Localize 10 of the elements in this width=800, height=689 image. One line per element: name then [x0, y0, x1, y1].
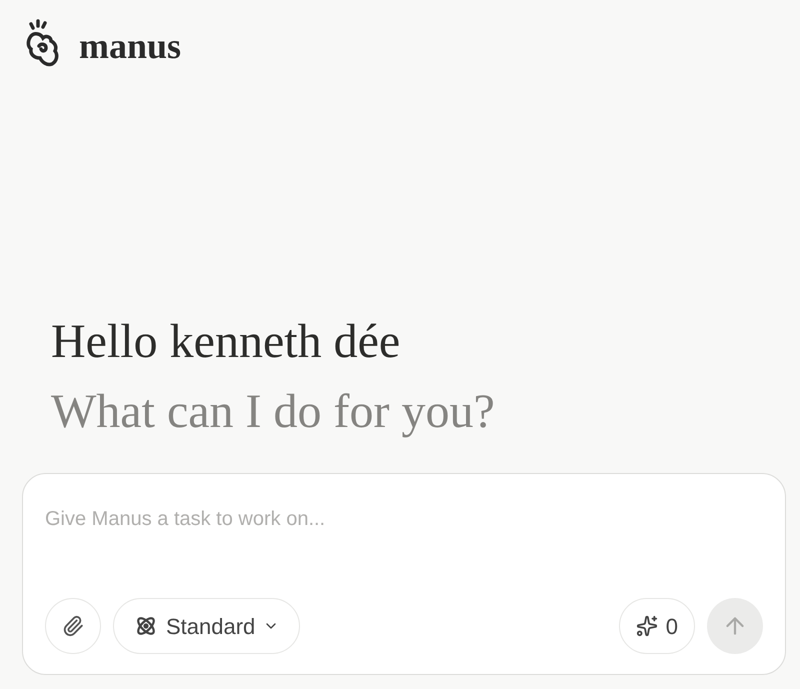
logo-text: manus: [79, 28, 182, 64]
greeting-subtitle: What can I do for you?: [51, 384, 496, 440]
paperclip-icon: [62, 615, 84, 637]
sparkle-icon: [636, 615, 658, 637]
task-input-field[interactable]: Give Manus a task to work on...: [45, 504, 763, 534]
credits-button[interactable]: 0: [618, 598, 695, 654]
greeting-title: Hello kenneth dée: [51, 314, 402, 370]
atom-icon: [134, 614, 158, 638]
attach-button[interactable]: [45, 598, 101, 654]
mode-dropdown[interactable]: Standard: [113, 598, 300, 654]
